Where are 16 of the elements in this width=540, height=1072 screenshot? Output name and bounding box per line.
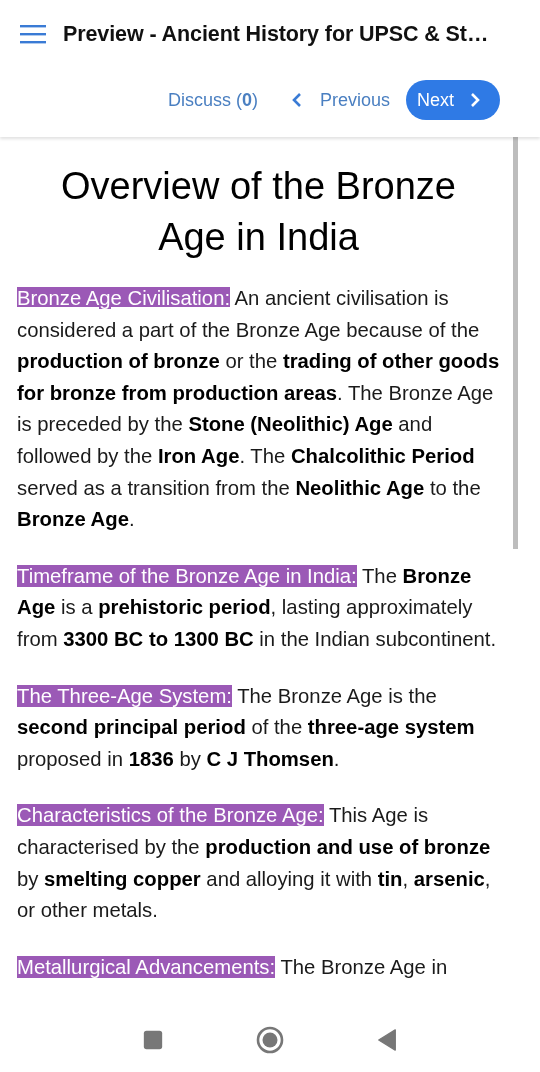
paragraph: Timeframe of the Bronze Age in India: The Bronze Age is a prehistoric period, lasting approximately from 3300 BC to 1300 BC in the Indian subcontinent. (17, 563, 498, 652)
previous-link[interactable]: Previous (291, 89, 390, 111)
menu-icon[interactable] (20, 24, 46, 44)
chevron-left-icon (291, 92, 302, 108)
home-icon[interactable] (256, 1026, 284, 1054)
paragraph: The Three-Age System: The Bronze Age is the second principal period of the three-age system proposed in 1836 by C J Thomsen. (17, 683, 476, 772)
next-button[interactable]: Next (406, 80, 500, 120)
discuss-link[interactable]: Discuss (0) (167, 89, 258, 111)
chevron-right-icon (470, 92, 480, 108)
back-icon[interactable] (376, 1029, 398, 1051)
article-heading: Overview of the Bronze Age in India (60, 164, 457, 260)
paragraph: Metallurgical Advancements: The Bronze Age in (17, 954, 449, 980)
page-title: Preview - Ancient History for UPSC & St… (63, 21, 489, 47)
recents-icon[interactable] (142, 1029, 164, 1051)
paragraph: Bronze Age Civilisation: An ancient civilisation is considered a part of the Bronze Age because of the production of bronze or the trading of other goods for bronze from production areas. The Bronze Age is preceded by the Stone (Neolithic) Age and followed by the Iron Age. The Chalcolithic Period served as a transition from the Neolithic Age to the Bronze Age. (17, 286, 500, 533)
paragraph: Characteristics of the Bronze Age: This Age is characterised by the production and use of bronze by smelting copper and alloying it with tin, arsenic, or other metals. (17, 803, 492, 924)
